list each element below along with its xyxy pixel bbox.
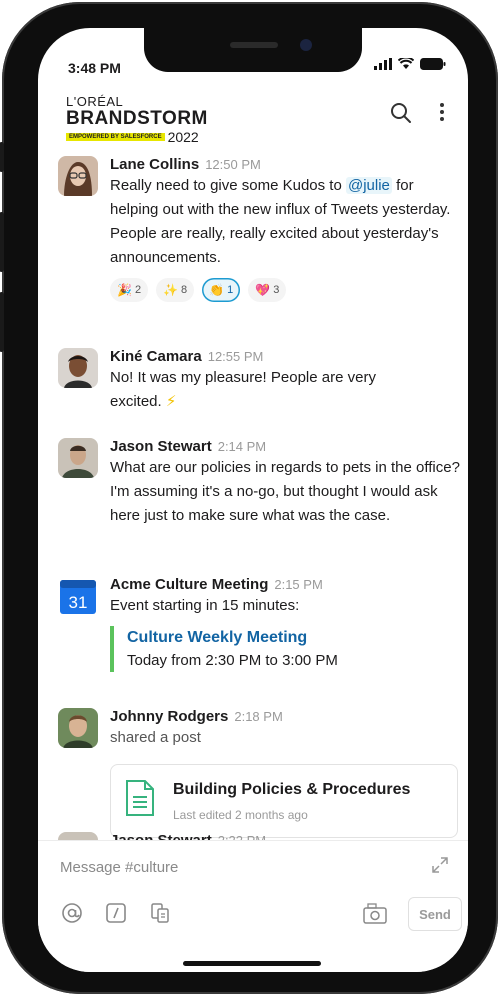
reaction-count: 2 <box>134 284 142 296</box>
signal-icon <box>374 58 392 70</box>
avatar[interactable] <box>58 156 98 196</box>
attachment-icon[interactable] <box>148 901 172 925</box>
avatar[interactable] <box>58 708 98 748</box>
brand-line3: EMPOWERED BY SALESFORCE 2022 <box>66 129 208 145</box>
lightning-emoji-icon: ⚡ <box>165 393 177 410</box>
message-text: No! It was my pleasure! People are very … <box>110 366 410 414</box>
send-button[interactable]: Send <box>408 897 462 931</box>
sender-name[interactable]: Lane Collins <box>110 156 199 173</box>
phone-frame: 3:48 PM L'ORÉAL BRANDSTORM EMPOWERED BY … <box>0 2 498 994</box>
calendar-day: 31 <box>69 593 88 612</box>
reaction-heart[interactable]: 💖 3 <box>248 278 287 302</box>
sender-name[interactable]: Johnny Rodgers <box>110 708 228 725</box>
status-time: 3:48 PM <box>68 60 121 76</box>
user-mention[interactable]: @julie <box>345 177 392 194</box>
shared-post-card[interactable]: Building Policies & Procedures Last edit… <box>110 764 458 838</box>
clap-emoji-icon: 👏 <box>209 283 225 297</box>
message-time: 12:50 PM <box>205 157 261 172</box>
mention-icon[interactable] <box>60 901 84 925</box>
message-text-part: No! It was my pleasure! People are very … <box>110 369 376 410</box>
post-title[interactable]: Building Policies & Procedures <box>173 781 410 799</box>
search-icon[interactable] <box>390 102 412 129</box>
event-time: Today from 2:30 PM to 3:00 PM <box>127 652 338 669</box>
sender-name[interactable]: Kiné Camara <box>110 348 202 365</box>
battery-icon <box>420 58 446 70</box>
volume-down-button <box>0 292 4 352</box>
message-input[interactable]: Message #culture <box>60 859 178 876</box>
event-title[interactable]: Culture Weekly Meeting <box>127 626 460 650</box>
post-subtitle: Last edited 2 months ago <box>173 808 308 822</box>
sender-name[interactable]: Jason Stewart <box>110 438 212 455</box>
message-content: Lane Collins 12:50 PM Really need to give… <box>110 156 460 302</box>
screen: 3:48 PM L'ORÉAL BRANDSTORM EMPOWERED BY … <box>38 28 468 972</box>
front-camera <box>300 39 312 51</box>
reaction-party[interactable]: 🎉 2 <box>110 278 149 302</box>
reaction-sparkles[interactable]: ✨ 8 <box>156 278 195 302</box>
volume-up-button <box>0 212 4 272</box>
workspace-logo[interactable]: L'ORÉAL BRANDSTORM EMPOWERED BY SALESFOR… <box>66 94 208 145</box>
message-composer: Message #culture Send <box>38 840 468 972</box>
avatar[interactable] <box>58 348 98 388</box>
message-time: 2:14 PM <box>217 439 267 454</box>
message-content: Acme Culture Meeting 2:15 PM Event starti… <box>110 576 460 672</box>
brand-line2: BRANDSTORM <box>66 108 208 129</box>
status-icons <box>374 58 446 70</box>
message-content: Johnny Rodgers 2:18 PM shared a post Buil… <box>110 708 460 838</box>
reaction-count: 8 <box>181 284 188 296</box>
message-content: Jason Stewart 2:14 PM What are our polici… <box>110 438 460 528</box>
calendar-icon[interactable]: 31 <box>58 576 98 616</box>
notch <box>144 28 362 72</box>
more-vertical-icon[interactable] <box>438 100 446 129</box>
avatar[interactable] <box>58 438 98 478</box>
heart-emoji-icon: 💖 <box>255 283 271 297</box>
message-text-part: Really need to give some Kudos to <box>110 177 346 194</box>
event-card[interactable]: Culture Weekly Meeting Today from 2:30 P… <box>110 626 460 672</box>
reaction-count: 1 <box>227 284 234 296</box>
reaction-clap[interactable]: 👏 1 <box>202 278 241 302</box>
reactions: 🎉 2 ✨ 8 👏 1 💖 3 <box>110 278 460 302</box>
reaction-count: 3 <box>273 284 280 296</box>
message-time: 2:15 PM <box>274 577 323 592</box>
slash-command-icon[interactable] <box>104 901 128 925</box>
message-time: 12:55 PM <box>207 349 264 364</box>
message-time: 2:18 PM <box>234 709 283 724</box>
brand-line1: L'ORÉAL <box>66 94 124 109</box>
speaker <box>230 42 278 48</box>
message-text: What are our policies in regards to pets… <box>110 459 460 524</box>
party-emoji-icon: 🎉 <box>117 283 132 297</box>
sender-name[interactable]: Acme Culture Meeting <box>110 576 268 593</box>
expand-icon[interactable] <box>432 857 448 878</box>
composer-toolbar <box>60 901 172 925</box>
home-indicator[interactable] <box>183 961 321 966</box>
camera-icon[interactable] <box>362 903 390 930</box>
message-text: shared a post <box>110 729 201 746</box>
mute-switch <box>0 142 4 172</box>
brand-year: 2022 <box>167 129 199 145</box>
message-text: Event starting in 15 minutes: <box>110 597 300 614</box>
sparkles-emoji-icon: ✨ <box>163 283 179 297</box>
document-icon <box>125 779 155 822</box>
brand-tagline: EMPOWERED BY SALESFORCE <box>66 133 165 141</box>
message-text: Really need to give some Kudos to @julie… <box>110 174 460 270</box>
wifi-icon <box>398 58 414 69</box>
message-content: Kiné Camara 12:55 PM No! It was my pleasu… <box>110 348 460 414</box>
